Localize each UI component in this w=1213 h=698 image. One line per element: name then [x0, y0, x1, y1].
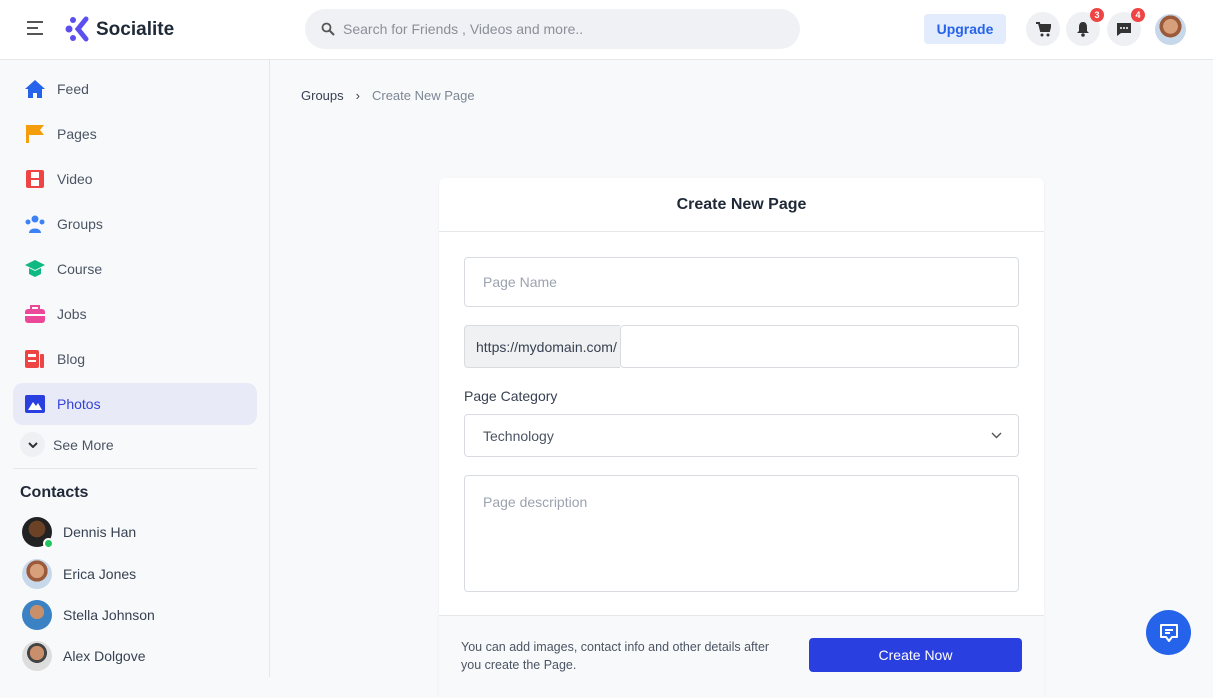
contact-item[interactable]: Erica Jones	[22, 559, 136, 589]
graduation-icon	[25, 260, 45, 277]
footer-note: You can add images, contact info and oth…	[461, 640, 770, 672]
sidebar-item-groups[interactable]: Groups	[13, 203, 257, 245]
blog-icon	[25, 350, 44, 368]
contacts-heading: Contacts	[20, 484, 89, 501]
briefcase-icon	[25, 305, 45, 323]
search-placeholder: Search for Friends , Videos and more..	[343, 21, 584, 37]
avatar	[22, 517, 54, 549]
description-textarea[interactable]: Page description	[464, 475, 1019, 592]
messages-badge: 4	[1131, 8, 1145, 22]
flag-icon	[26, 125, 44, 143]
url-field: https://mydomain.com/	[464, 325, 1019, 368]
sidebar-item-blog[interactable]: Blog	[13, 338, 257, 380]
user-avatar[interactable]	[1155, 14, 1186, 45]
menu-icon[interactable]	[27, 21, 43, 39]
home-icon	[25, 80, 45, 98]
search-icon	[321, 22, 335, 36]
film-icon	[26, 170, 44, 188]
sidebar-item-feed[interactable]: Feed	[13, 68, 257, 110]
avatar	[22, 559, 52, 589]
category-label: Page Category	[464, 388, 558, 404]
notifications-button[interactable]: 3	[1066, 8, 1104, 46]
contact-item[interactable]: Dennis Han	[22, 517, 136, 549]
page-name-input[interactable]: Page Name	[464, 257, 1019, 307]
avatar	[22, 600, 52, 630]
upgrade-button[interactable]: Upgrade	[924, 14, 1006, 44]
category-select[interactable]: Technology	[464, 414, 1019, 457]
sidebar-item-course[interactable]: Course	[13, 248, 257, 290]
contact-item[interactable]: Alex Dolgove	[22, 641, 146, 671]
bell-icon	[1077, 22, 1089, 37]
cart-icon	[1036, 22, 1051, 37]
create-now-button[interactable]: Create Now	[809, 638, 1022, 672]
search-input[interactable]: Search for Friends , Videos and more..	[305, 9, 800, 49]
sidebar-item-jobs[interactable]: Jobs	[13, 293, 257, 335]
card-title: Create New Page	[439, 178, 1044, 232]
contact-item[interactable]: Stella Johnson	[22, 600, 155, 630]
card-footer: You can add images, contact info and oth…	[439, 615, 1044, 698]
messages-button[interactable]: 4	[1107, 8, 1145, 46]
cart-button[interactable]	[1026, 12, 1060, 46]
groups-icon	[25, 215, 45, 233]
notifications-badge: 3	[1090, 8, 1104, 22]
breadcrumb-separator: ›	[355, 88, 360, 103]
logo-icon	[65, 16, 89, 42]
sidebar-item-pages[interactable]: Pages	[13, 113, 257, 155]
sidebar-item-video[interactable]: Video	[13, 158, 257, 200]
sidebar-item-photos[interactable]: Photos	[13, 383, 257, 425]
sidebar: Feed Pages Video Groups Course Jobs Blog…	[0, 60, 270, 677]
chat-icon	[1159, 623, 1178, 642]
brand-name: Socialite	[96, 19, 175, 40]
url-slug-input[interactable]	[620, 325, 1019, 368]
avatar	[22, 641, 52, 671]
chevron-down-icon	[991, 432, 1002, 439]
breadcrumb-current: Create New Page	[371, 88, 475, 103]
breadcrumb: Groups › Create New Page	[301, 88, 475, 103]
chat-button[interactable]	[1146, 610, 1191, 655]
see-more-button[interactable]: See More	[20, 432, 114, 457]
chevron-down-icon	[20, 432, 45, 457]
divider	[13, 468, 257, 469]
create-page-card: Create New Page Page Name https://mydoma…	[439, 178, 1044, 698]
online-indicator	[43, 538, 54, 549]
photo-icon	[25, 395, 45, 413]
top-header: Socialite Search for Friends , Videos an…	[0, 0, 1213, 60]
message-icon	[1117, 22, 1131, 36]
breadcrumb-groups[interactable]: Groups	[301, 88, 344, 103]
url-prefix: https://mydomain.com/	[464, 325, 620, 368]
